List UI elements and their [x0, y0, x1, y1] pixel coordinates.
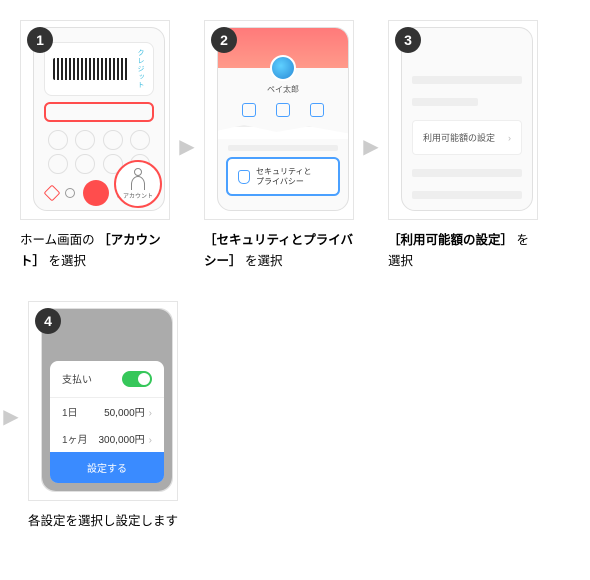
barcode-icon [53, 58, 129, 80]
credit-label: クレジット [133, 49, 145, 89]
step-3-card: 3 利用可能額の設定 › [388, 20, 538, 220]
set-button[interactable]: 設定する [50, 452, 164, 483]
limit-row[interactable]: 1ヶ月 300,000円 › [50, 425, 164, 452]
arrow-icon: ▶ [178, 134, 196, 159]
placeholder-line [412, 76, 522, 84]
avatar [270, 55, 296, 81]
highlight-box [44, 102, 154, 122]
phone-mock-1: クレジット アカウント [33, 27, 165, 211]
step-1-caption: ホーム画面の ［アカウント］ を選択 [20, 230, 170, 273]
caption-bold: ［利用可能額の設定］ [388, 233, 513, 247]
shield-icon [238, 170, 250, 184]
pay-button-icon[interactable] [83, 180, 109, 206]
barcode-row: クレジット [53, 49, 145, 89]
checkbox-icon[interactable] [276, 103, 290, 117]
arrow-icon: ▶ [2, 404, 20, 429]
step-badge: 3 [395, 27, 421, 53]
account-button[interactable]: アカウント [114, 160, 162, 208]
step-1: 1 クレジット [20, 20, 170, 273]
caption-text: 各設定を選択し設定します [28, 514, 178, 528]
chevron-right-icon: › [149, 408, 152, 419]
profile-header [218, 28, 348, 68]
step-4-caption: 各設定を選択し設定します [28, 511, 178, 532]
step-2-card: 2 ペイ太郎 セキュリティと プライバシー [204, 20, 354, 220]
step-2: 2 ペイ太郎 セキュリティと プライバシー ［セキ [204, 20, 354, 273]
step-badge: 2 [211, 27, 237, 53]
arrow-icon: ▶ [362, 134, 380, 159]
circle-row [34, 128, 164, 152]
phone-mock-4: 支払い 1日 50,000円 › 1ヶ月 300,000円 › 設定する [41, 308, 173, 492]
caption-text: ホーム画面の [20, 233, 98, 247]
profile-name: ペイ太郎 [218, 84, 348, 95]
step-badge: 4 [35, 308, 61, 334]
pay-label: 支払い [62, 371, 92, 386]
account-label: アカウント [123, 191, 153, 200]
caption-text: を選択 [45, 254, 86, 268]
limit-setting-row[interactable]: 利用可能額の設定 › [412, 120, 522, 155]
pay-toggle-row: 支払い [50, 361, 164, 398]
placeholder-line [412, 169, 522, 177]
step-4-card: 4 支払い 1日 50,000円 › 1ヶ月 300,000円 › [28, 301, 178, 501]
step-4: 4 支払い 1日 50,000円 › 1ヶ月 300,000円 › [28, 301, 178, 532]
pay-card: クレジット [44, 42, 154, 96]
limit-row[interactable]: 1日 50,000円 › [50, 398, 164, 425]
placeholder-line [412, 98, 478, 106]
checkbox-icon[interactable] [310, 103, 324, 117]
period-label: 1ヶ月 [62, 431, 88, 446]
step-1-card: 1 クレジット [20, 20, 170, 220]
step-2-caption: ［セキュリティとプライバシー］ を選択 [204, 230, 354, 273]
chevron-right-icon: › [149, 435, 152, 446]
checkbox-icon[interactable] [242, 103, 256, 117]
steps-row-1: 1 クレジット [20, 20, 570, 273]
security-label: セキュリティと プライバシー [256, 167, 312, 186]
phone-mock-3: 利用可能額の設定 › [401, 27, 533, 211]
home-icon[interactable] [43, 185, 60, 202]
step-3: 3 利用可能額の設定 › ［利用可能額の設定］ を選択 [388, 20, 538, 273]
checkbox-row [218, 95, 348, 129]
placeholder-line [228, 145, 338, 151]
chevron-right-icon: › [508, 133, 511, 143]
amount-value: 300,000円 [99, 435, 145, 446]
placeholder-line [412, 191, 522, 199]
caption-text: を選択 [242, 254, 283, 268]
bottom-sheet: 支払い 1日 50,000円 › 1ヶ月 300,000円 › 設定する [50, 361, 164, 483]
pin-icon[interactable] [65, 188, 75, 198]
toggle-switch[interactable] [122, 371, 152, 387]
limit-label: 利用可能額の設定 [423, 131, 495, 144]
step-3-caption: ［利用可能額の設定］ を選択 [388, 230, 538, 273]
person-icon [131, 176, 145, 190]
security-row[interactable]: セキュリティと プライバシー [226, 157, 340, 196]
period-label: 1日 [62, 404, 78, 419]
steps-row-2: ▶ 4 支払い 1日 50,000円› 1ヶ月 300,0 [20, 301, 570, 532]
person-icon [134, 168, 142, 176]
phone-mock-2: ペイ太郎 セキュリティと プライバシー [217, 27, 349, 211]
amount-value: 50,000円 [104, 408, 145, 419]
settings-list: 利用可能額の設定 › [402, 28, 532, 211]
step-badge: 1 [27, 27, 53, 53]
